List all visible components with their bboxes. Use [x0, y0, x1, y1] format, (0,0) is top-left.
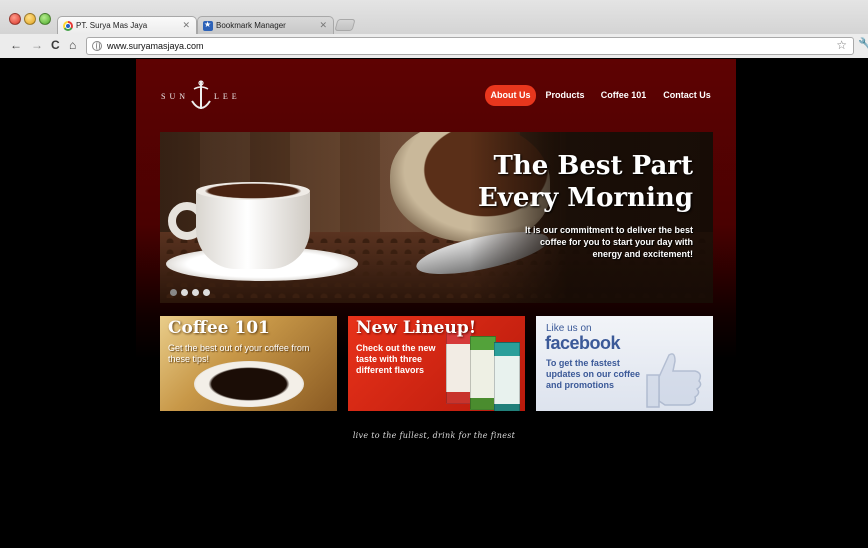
hero-title-line1: The Best Part — [493, 151, 693, 181]
facebook-wordmark: facebook — [545, 333, 621, 353]
zoom-window-button[interactable] — [39, 13, 51, 25]
browser-toolbar: ← → C ⌂ www.suryamasjaya.com ☆ — [0, 34, 868, 58]
tab-title: PT. Surya Mas Jaya — [76, 21, 148, 30]
hero-title: The Best Part Every Morning — [433, 150, 693, 214]
slider-dot-2[interactable] — [181, 289, 188, 296]
facebook-promo-text: To get the fastest updates on our coffee… — [546, 358, 641, 390]
tab-surya-mas-jaya[interactable]: PT. Surya Mas Jaya ✕ — [57, 16, 197, 34]
reload-icon[interactable]: C — [51, 38, 60, 52]
coffee-pack-green-image — [470, 336, 496, 410]
home-icon[interactable]: ⌂ — [69, 38, 76, 52]
close-window-button[interactable] — [9, 13, 21, 25]
promo-text: Get the best out of your coffee from the… — [168, 343, 310, 364]
nav-coffee-101[interactable]: Coffee 101 — [596, 85, 651, 106]
promo-title: New Lineup! — [356, 318, 477, 338]
hero-banner[interactable]: The Best Part Every Morning It is our co… — [160, 132, 713, 303]
hero-title-line2: Every Morning — [477, 183, 693, 213]
nav-products[interactable]: Products — [543, 85, 587, 106]
close-icon[interactable]: ✕ — [319, 20, 327, 31]
coffee-101-promo[interactable]: Coffee 101 Get the best out of your coff… — [160, 316, 337, 411]
tab-strip: PT. Surya Mas Jaya ✕ Bookmark Manager ✕ — [0, 0, 868, 34]
slider-dot-1[interactable] — [170, 289, 177, 296]
new-lineup-promo[interactable]: New Lineup! Check out the new taste with… — [348, 316, 525, 411]
address-bar[interactable]: www.suryamasjaya.com ☆ — [86, 37, 854, 55]
minimize-window-button[interactable] — [24, 13, 36, 25]
anchor-logo-icon — [191, 80, 211, 109]
logo-text-left: SUN — [161, 92, 190, 101]
url-text[interactable]: www.suryamasjaya.com — [107, 41, 204, 51]
slider-dot-4[interactable] — [203, 289, 210, 296]
promo-text: Check out the new taste with three diffe… — [356, 343, 436, 375]
coffee-pack-teal-image — [494, 342, 520, 411]
coffee-pack-red-image — [446, 330, 472, 404]
chrome-icon — [63, 21, 73, 31]
slider-dot-3[interactable] — [192, 289, 199, 296]
footer-tagline: live to the fullest, drink for the fines… — [352, 431, 516, 440]
coffee-cup-image — [194, 361, 304, 407]
globe-icon — [92, 41, 102, 51]
coffee-cup-rim — [196, 182, 310, 200]
new-tab-button[interactable] — [334, 19, 356, 31]
bookmark-star-icon[interactable]: ☆ — [836, 38, 847, 52]
coffee-cup-image — [196, 189, 310, 269]
hero-body-text: It is our commitment to deliver the best… — [524, 225, 693, 259]
promo-title: Coffee 101 — [168, 318, 270, 338]
bookmark-icon — [203, 20, 213, 31]
facebook-promo[interactable]: Like us on facebook To get the fastest u… — [536, 316, 713, 411]
nav-about-us[interactable]: About Us — [485, 85, 536, 106]
tab-title: Bookmark Manager — [216, 21, 286, 30]
back-arrow-icon[interactable]: ← — [10, 38, 22, 52]
close-icon[interactable]: ✕ — [182, 20, 190, 31]
browser-chrome: PT. Surya Mas Jaya ✕ Bookmark Manager ✕ … — [0, 0, 868, 58]
wrench-icon[interactable]: 🔧 — [858, 37, 868, 51]
sun-lee-logo[interactable]: SUN LEE — [161, 79, 251, 113]
page-viewport: SUN LEE About Us Products Coffee 101 Con… — [0, 59, 868, 548]
nav-contact-us[interactable]: Contact Us — [659, 85, 715, 106]
logo-text-right: LEE — [214, 92, 241, 101]
tab-bookmark-manager[interactable]: Bookmark Manager ✕ — [197, 16, 334, 34]
forward-arrow-icon[interactable]: → — [31, 38, 43, 52]
